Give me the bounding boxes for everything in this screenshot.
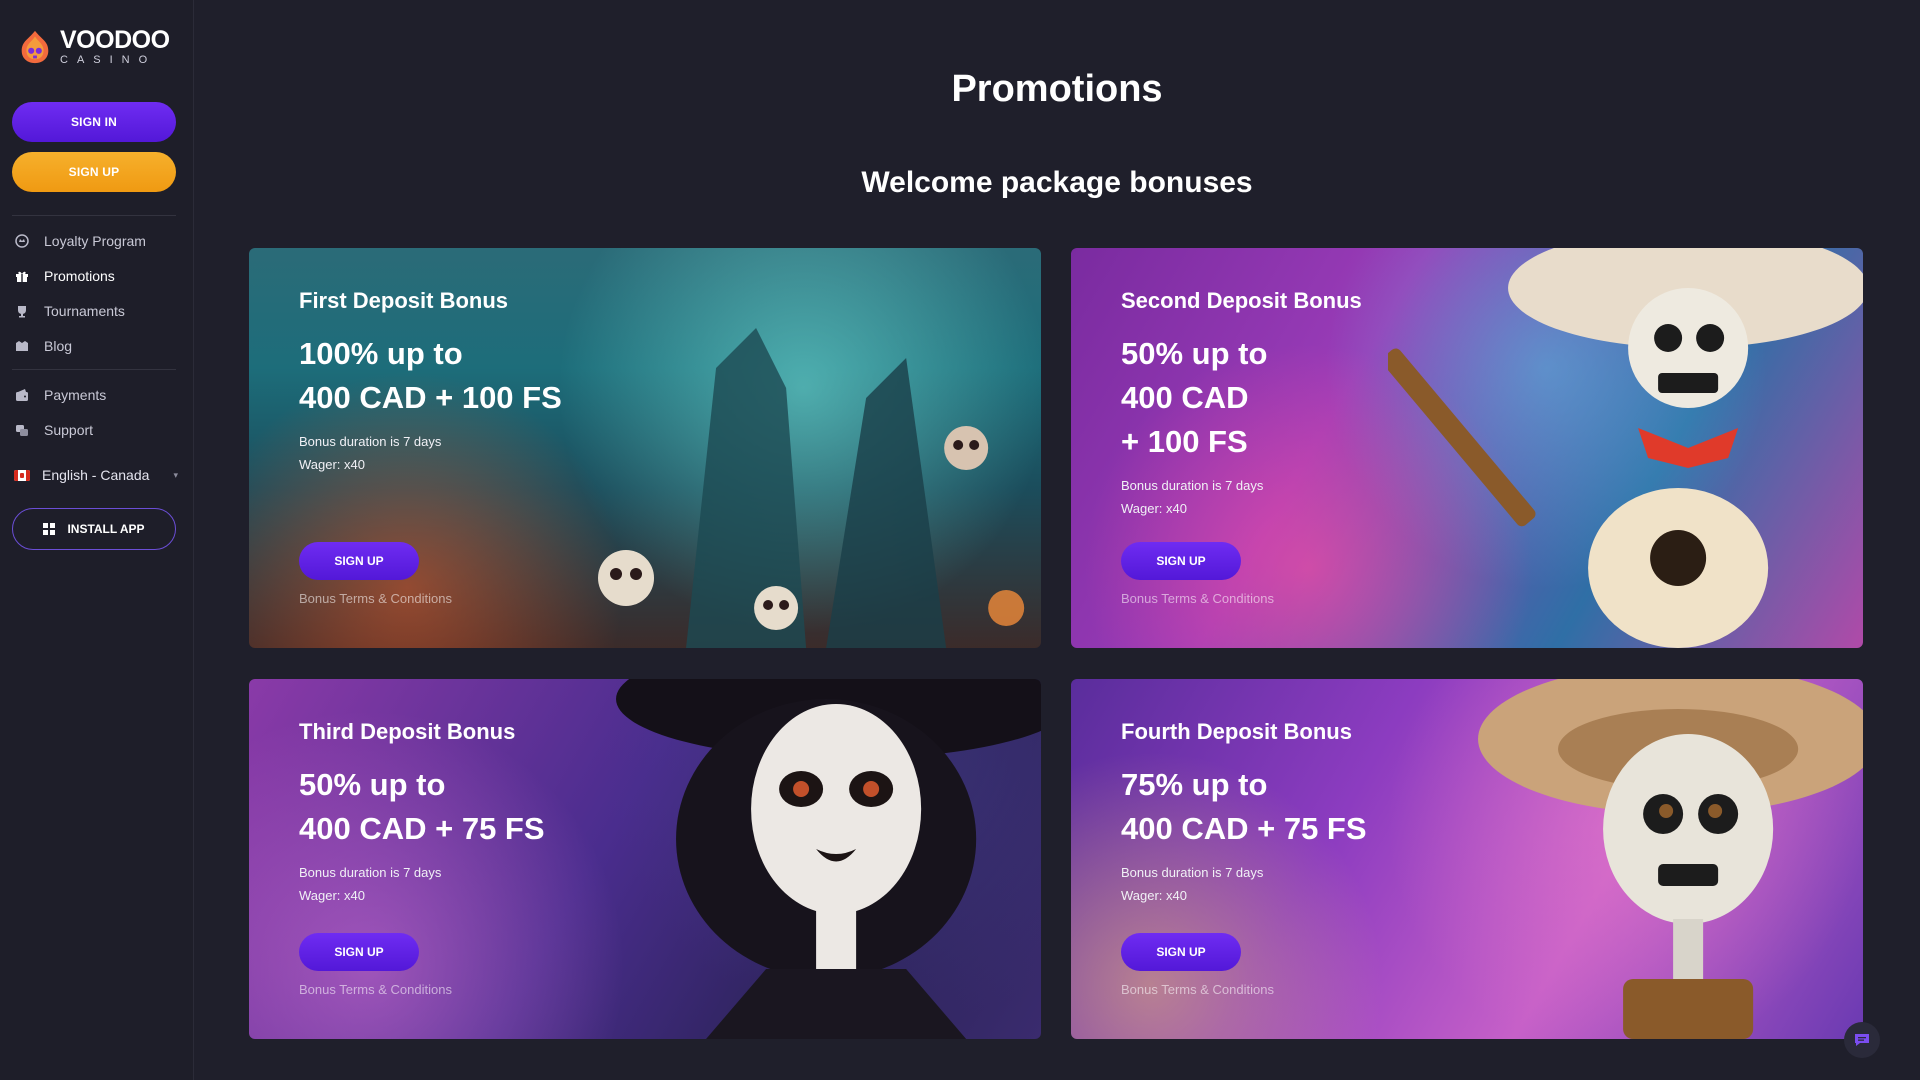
bonus-wager: Wager: x40 xyxy=(1121,888,1187,903)
promo-card-second-deposit: Second Deposit Bonus 50% up to 400 CAD +… xyxy=(1071,248,1863,648)
promo-card-first-deposit: First Deposit Bonus 100% up to 400 CAD +… xyxy=(249,248,1041,648)
install-app-button[interactable]: INSTALL APP xyxy=(12,508,176,550)
gift-icon xyxy=(14,268,30,284)
sidebar-item-label: Tournaments xyxy=(44,303,125,319)
bonus-wager: Wager: x40 xyxy=(299,888,365,903)
chevron-down-icon: ▾ xyxy=(173,469,178,480)
sidebar-item-tournaments[interactable]: Tournaments xyxy=(14,303,125,319)
sign-up-button[interactable]: SIGN UP xyxy=(12,152,176,192)
bonus-terms-link[interactable]: Bonus Terms & Conditions xyxy=(299,591,452,606)
sidebar: VOODOO CASINO SIGN IN SIGN UP Loyalty Pr… xyxy=(0,0,194,1080)
install-app-label: INSTALL APP xyxy=(67,522,145,536)
card-amount-line: 50% up to xyxy=(1121,336,1268,371)
crown-icon xyxy=(14,233,30,249)
chat-icon xyxy=(1855,1034,1869,1046)
card-amount-line: 75% up to xyxy=(1121,767,1268,802)
sidebar-item-promotions[interactable]: Promotions xyxy=(14,268,115,284)
card-sign-up-button[interactable]: SIGN UP xyxy=(1121,933,1241,971)
card-amount-line: + 100 FS xyxy=(1121,424,1248,459)
bonus-duration: Bonus duration is 7 days xyxy=(1121,478,1264,493)
bonus-wager: Wager: x40 xyxy=(1121,501,1187,516)
promo-card-fourth-deposit: Fourth Deposit Bonus 75% up to 400 CAD +… xyxy=(1071,679,1863,1039)
canada-flag-icon xyxy=(14,469,30,481)
card-sign-up-button[interactable]: SIGN UP xyxy=(299,933,419,971)
brand-name: VOODOO xyxy=(60,26,170,54)
language-selector[interactable]: English - Canada ▾ xyxy=(14,467,178,483)
card-amount-line: 400 CAD xyxy=(1121,380,1249,415)
bonus-terms-link[interactable]: Bonus Terms & Conditions xyxy=(1121,591,1274,606)
trophy-icon xyxy=(14,303,30,319)
sidebar-item-label: Blog xyxy=(44,338,73,354)
card-amount-line: 400 CAD + 75 FS xyxy=(1121,811,1367,846)
brand-sub: CASINO xyxy=(60,54,157,66)
card-title: Fourth Deposit Bonus xyxy=(1121,719,1352,744)
bonus-duration: Bonus duration is 7 days xyxy=(1121,865,1264,880)
sidebar-item-label: Loyalty Program xyxy=(44,233,146,249)
sidebar-item-label: Promotions xyxy=(44,268,115,284)
sidebar-item-loyalty-program[interactable]: Loyalty Program xyxy=(14,233,146,249)
brand-logo[interactable]: VOODOO CASINO xyxy=(16,28,170,66)
sign-in-button[interactable]: SIGN IN xyxy=(12,102,176,142)
bonus-wager: Wager: x40 xyxy=(299,457,365,472)
card-amount-line: 400 CAD + 100 FS xyxy=(299,380,562,415)
live-chat-button[interactable] xyxy=(1844,1022,1880,1058)
card-title: Second Deposit Bonus xyxy=(1121,288,1362,313)
sidebar-item-support[interactable]: Support xyxy=(14,422,93,438)
card-title: First Deposit Bonus xyxy=(299,288,509,313)
sidebar-divider xyxy=(12,369,176,370)
voodoo-logo-icon xyxy=(21,30,49,64)
language-label: English - Canada xyxy=(42,467,150,483)
support-icon xyxy=(14,422,30,438)
card-amount-line: 50% up to xyxy=(299,767,446,802)
page-title: Promotions xyxy=(951,68,1163,110)
card-title: Third Deposit Bonus xyxy=(299,719,516,744)
sidebar-item-payments[interactable]: Payments xyxy=(14,387,106,403)
card-sign-up-button[interactable]: SIGN UP xyxy=(299,542,419,580)
blog-icon xyxy=(14,338,30,354)
bonus-terms-link[interactable]: Bonus Terms & Conditions xyxy=(1121,982,1274,997)
sidebar-item-blog[interactable]: Blog xyxy=(14,338,72,354)
wallet-icon xyxy=(14,387,30,403)
sidebar-item-label: Payments xyxy=(44,387,107,403)
apps-grid-icon xyxy=(43,523,56,535)
card-sign-up-button[interactable]: SIGN UP xyxy=(1121,542,1241,580)
promo-card-third-deposit: Third Deposit Bonus 50% up to 400 CAD + … xyxy=(249,679,1041,1039)
card-amount-line: 100% up to xyxy=(299,336,463,371)
bonus-duration: Bonus duration is 7 days xyxy=(299,865,442,880)
bonus-terms-link[interactable]: Bonus Terms & Conditions xyxy=(299,982,452,997)
bonus-duration: Bonus duration is 7 days xyxy=(299,434,442,449)
section-title: Welcome package bonuses xyxy=(861,166,1253,199)
card-amount-line: 400 CAD + 75 FS xyxy=(299,811,545,846)
sidebar-divider xyxy=(12,215,176,216)
sidebar-item-label: Support xyxy=(44,422,94,438)
